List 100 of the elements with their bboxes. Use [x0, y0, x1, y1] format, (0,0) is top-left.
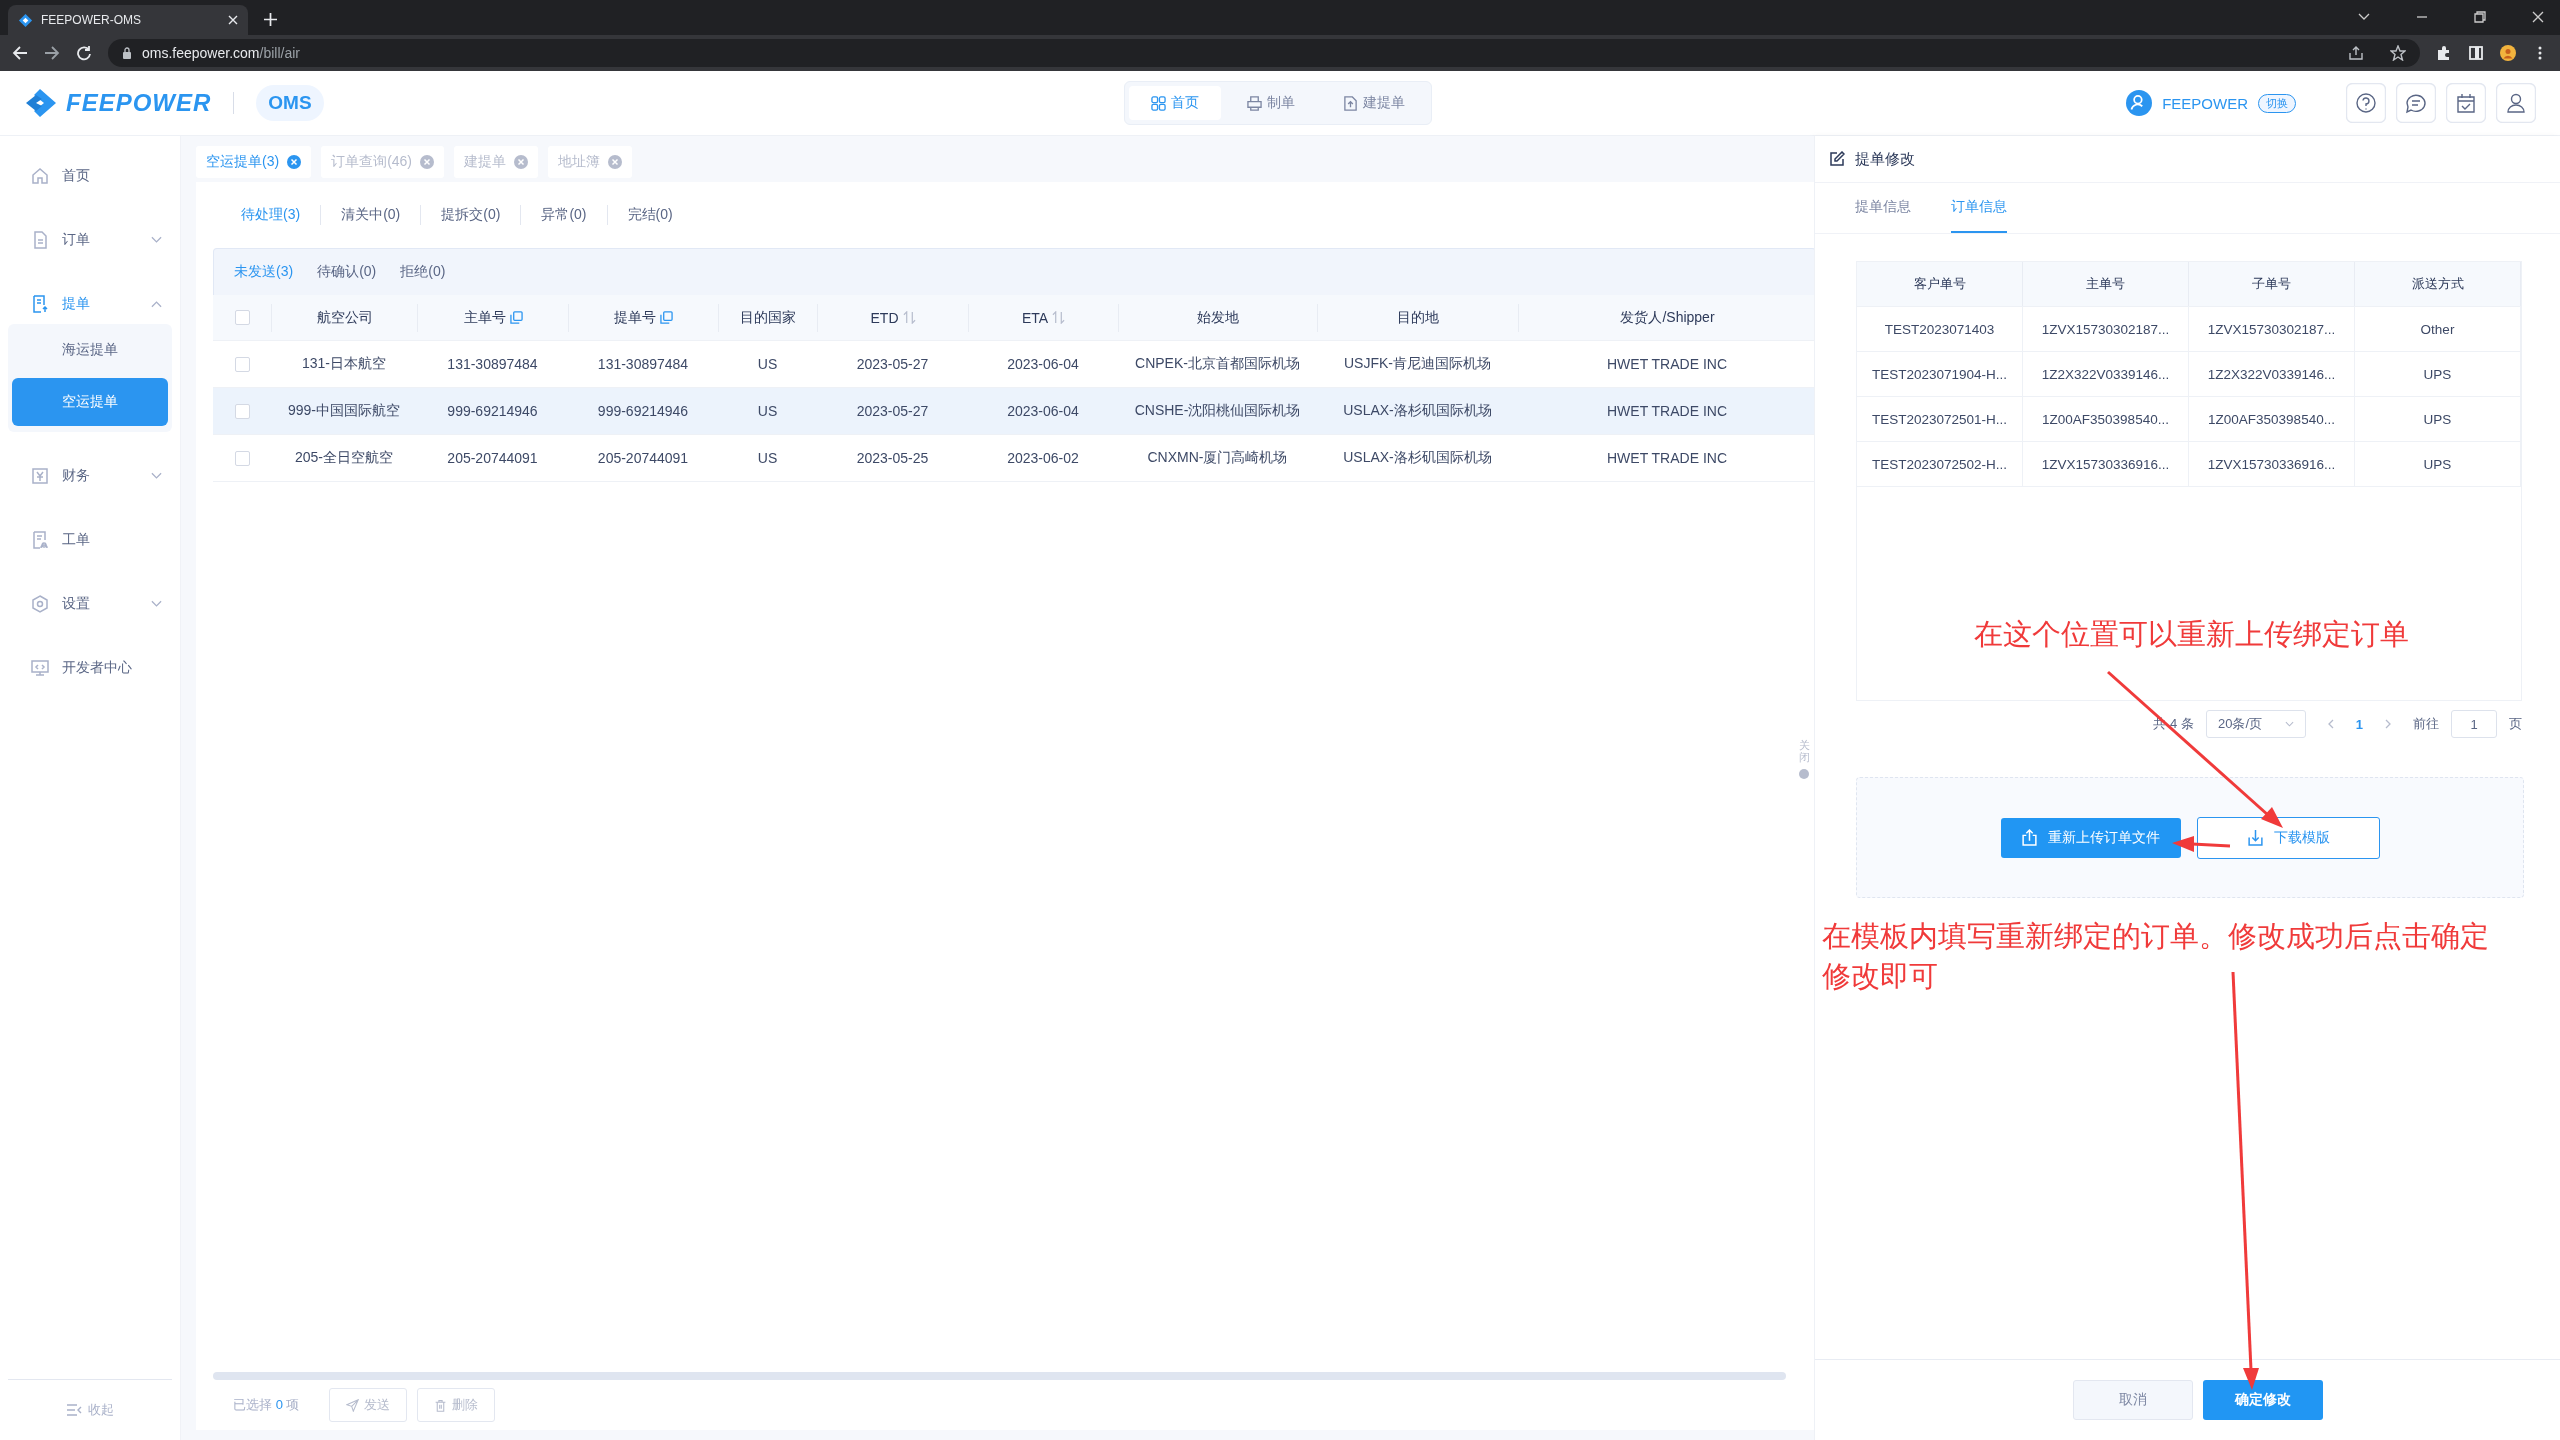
table-cell: USJFK-肯尼迪国际机场: [1344, 355, 1491, 373]
puzzle-icon[interactable]: [2436, 45, 2452, 61]
status-tab[interactable]: 完结(0): [607, 206, 693, 224]
sub-tab[interactable]: 拒绝(0): [388, 263, 458, 281]
table-row[interactable]: 999-中国国际航空 999-69214946 999-69214946 US 2023-05-27 2023-06-04 CNSHE-沈阳桃仙国际机场 USLAX-洛杉矶国际机场 HWET TRADE INC: [213, 388, 1814, 435]
sidebar-item[interactable]: 财务: [0, 444, 180, 508]
page-input[interactable]: 1: [2451, 710, 2497, 738]
column-header: 目的地: [1397, 308, 1439, 327]
avatar-icon[interactable]: [2500, 45, 2516, 61]
close-icon[interactable]: [2532, 11, 2544, 23]
table-cell: 2023-05-25: [856, 450, 929, 466]
page-size-select[interactable]: 20条/页: [2205, 710, 2306, 738]
help-icon[interactable]: [2346, 83, 2386, 123]
reload-icon[interactable]: [76, 45, 92, 61]
lock-icon: [122, 47, 132, 59]
form-icon: [30, 530, 50, 550]
dot-icon: [1799, 769, 1809, 780]
page-tab[interactable]: 订单查询(46): [321, 146, 445, 178]
sub-tab[interactable]: 未发送(3): [222, 263, 306, 281]
table-cell: 1ZVX15730336916...: [2207, 456, 2336, 472]
download-button[interactable]: 下载模版: [2196, 816, 2380, 859]
confirm-button[interactable]: 确定修改: [2202, 1380, 2323, 1420]
table-row[interactable]: 205-全日空航空 205-20744091 205-20744091 US 2023-05-25 2023-06-02 CNXMN-厦门高崎机场 USLAX-洛杉矶国际机场 HWET TRADE INC: [213, 435, 1814, 482]
user-icon[interactable]: [2496, 83, 2536, 123]
plus-icon[interactable]: [264, 13, 277, 26]
share-icon[interactable]: [2348, 45, 2364, 61]
address-field[interactable]: oms.feepower.com/bill/air: [108, 39, 2420, 67]
side-panel-icon[interactable]: [2468, 45, 2484, 61]
user-avatar-icon[interactable]: [2126, 90, 2153, 116]
chevron-down-icon: [151, 600, 162, 608]
table-cell: CNSHE-沈阳桃仙国际机场: [1134, 402, 1301, 420]
switch-button[interactable]: 切换: [2258, 93, 2296, 113]
chat-icon[interactable]: [2396, 83, 2436, 123]
collapse-icon: [66, 1404, 82, 1416]
column-header: ETA: [1021, 309, 1049, 326]
nav-tab[interactable]: 首页: [1128, 86, 1221, 120]
table-cell: UPS: [2423, 456, 2452, 472]
sidebar-item[interactable]: 订单: [0, 208, 180, 272]
close-icon[interactable]: [228, 15, 238, 25]
copy-icon[interactable]: [509, 311, 523, 324]
status-tab[interactable]: 提拆交(0): [421, 206, 521, 224]
page-number[interactable]: 1: [2355, 716, 2363, 732]
panel-tab[interactable]: 提单信息: [1855, 183, 1911, 233]
column-header: 目的国家: [740, 308, 796, 327]
table-cell: TEST2023072501-H...: [1871, 411, 2008, 427]
column-header: 航空公司: [316, 308, 373, 327]
row-checkbox[interactable]: [234, 403, 250, 419]
table-cell: 2023-05-27: [856, 403, 929, 419]
sidebar-item[interactable]: 首页: [0, 144, 180, 208]
sidebar-item[interactable]: 开发者中心: [0, 636, 180, 700]
status-tab[interactable]: 异常(0): [521, 206, 607, 224]
panel-title: 提单修改: [1855, 149, 1915, 169]
row-checkbox[interactable]: [234, 356, 250, 372]
sidebar-item[interactable]: 设置: [0, 572, 180, 636]
table-cell: TEST2023071904-H...: [1871, 366, 2008, 382]
select-all-checkbox[interactable]: [234, 310, 250, 325]
upload-button[interactable]: 重新上传订单文件: [2000, 817, 2181, 858]
chevron-up-icon: [151, 300, 162, 308]
row-checkbox[interactable]: [234, 450, 250, 466]
table-cell: 1ZVX15730302187...: [2207, 321, 2336, 337]
restore-icon[interactable]: [2474, 11, 2486, 23]
page-tab[interactable]: 地址簿: [548, 146, 633, 178]
status-tab[interactable]: 清关中(0): [321, 206, 421, 224]
table-cell: 1ZVX15730336916...: [2041, 456, 2170, 472]
table-cell: CNXMN-厦门高崎机场: [1147, 449, 1288, 467]
table-cell: USLAX-洛杉矶国际机场: [1343, 402, 1492, 420]
calendar-icon[interactable]: [2446, 83, 2486, 123]
table-cell: 1ZVX15730302187...: [2041, 321, 2170, 337]
caret-icon: [2284, 721, 2294, 727]
table-cell: 2023-06-04: [1007, 403, 1079, 419]
page-tab[interactable]: 空运提单(3): [196, 146, 312, 178]
cancel-button[interactable]: 取消: [2072, 1380, 2193, 1420]
column-header: 主单号: [463, 308, 506, 327]
table-cell: Other: [2420, 321, 2455, 337]
collapse-button[interactable]: 收起: [60, 1400, 120, 1420]
forward-icon[interactable]: [44, 45, 60, 61]
nav-tab[interactable]: 建提单: [1320, 86, 1427, 120]
table-cell: US: [757, 403, 778, 419]
status-tab[interactable]: 待处理(3): [221, 206, 321, 224]
goto-label: 前往: [2413, 715, 2439, 733]
sub-tab[interactable]: 待确认(0): [305, 263, 389, 281]
table-cell: 131-30897484: [447, 356, 538, 372]
back-icon[interactable]: [12, 45, 28, 61]
trash-icon: [434, 1398, 448, 1412]
sidebar-item[interactable]: 工单: [0, 508, 180, 572]
table-cell: US: [757, 356, 778, 372]
table-cell: USLAX-洛杉矶国际机场: [1343, 449, 1492, 467]
page-tab[interactable]: 建提单: [454, 146, 539, 178]
upload-icon: [2021, 829, 2038, 846]
table-cell: 1Z00AF350398540...: [2208, 411, 2335, 427]
star-icon[interactable]: [2390, 45, 2406, 61]
table-cell: 205-20744091: [447, 450, 538, 466]
table-cell: TEST2023071403: [1884, 321, 1995, 337]
panel-tab[interactable]: 订单信息: [1951, 183, 2007, 233]
copy-icon[interactable]: [660, 311, 673, 324]
nav-tab[interactable]: 制单: [1224, 86, 1317, 120]
table-cell: TEST2023072502-H...: [1871, 456, 2008, 472]
scrollbar[interactable]: [213, 1372, 1786, 1380]
browser-tab[interactable]: FEEPOWER-OMS: [8, 5, 248, 35]
submenu-item[interactable]: 空运提单: [12, 378, 168, 426]
